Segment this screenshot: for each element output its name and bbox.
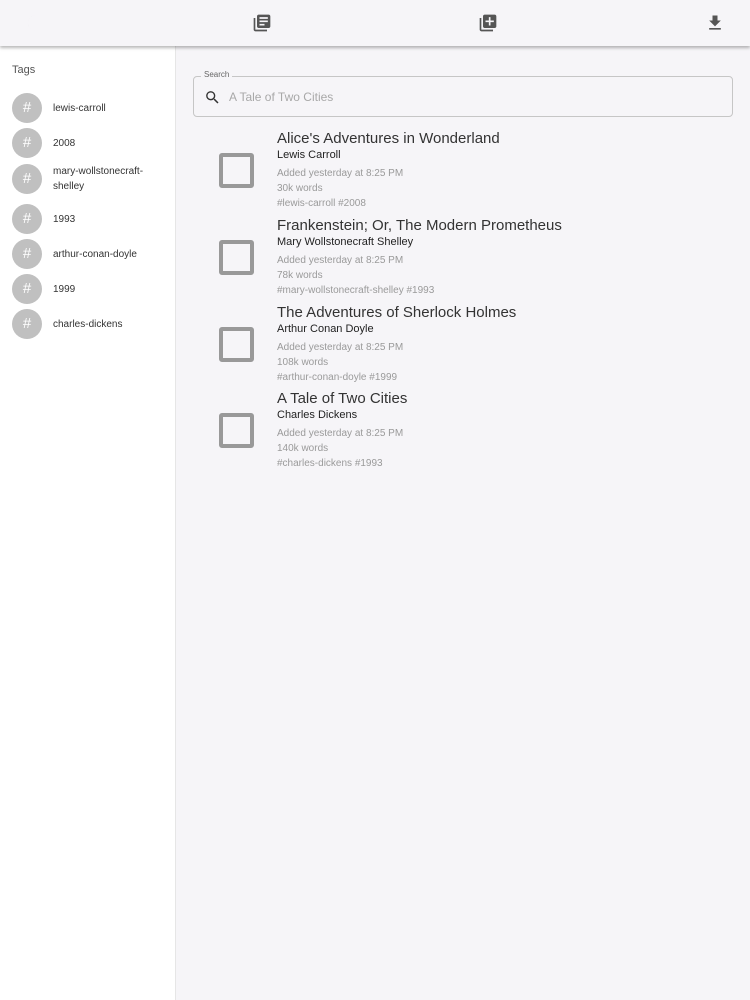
book-added-date: Added yesterday at 8:25 PM — [277, 255, 404, 266]
hash-icon: # — [12, 274, 42, 304]
tag-item-charles-dickens[interactable]: # charles-dickens — [0, 307, 175, 341]
book-added-date: Added yesterday at 8:25 PM — [277, 428, 404, 439]
book-checkbox[interactable] — [219, 240, 254, 275]
book-item-frankenstein[interactable]: Frankenstein; Or, The Modern Prometheus … — [176, 217, 750, 303]
book-word-count: 108k words — [277, 357, 329, 368]
tag-label: arthur-conan-doyle — [53, 248, 137, 260]
hash-icon: # — [12, 239, 42, 269]
book-added-date: Added yesterday at 8:25 PM — [277, 342, 404, 353]
book-title: The Adventures of Sherlock Holmes — [277, 304, 517, 321]
tag-label: 2008 — [53, 137, 76, 149]
search-input[interactable] — [227, 86, 707, 108]
book-title: A Tale of Two Cities — [277, 390, 408, 407]
library-icon[interactable] — [250, 11, 274, 35]
download-icon[interactable] — [703, 11, 727, 35]
book-checkbox[interactable] — [219, 153, 254, 188]
hash-icon: # — [12, 204, 42, 234]
book-tags: #mary-wollstonecraft-shelley #1993 — [277, 285, 435, 296]
hash-icon: # — [12, 128, 42, 158]
dark-mode-icon[interactable] — [23, 11, 47, 35]
hash-icon: # — [12, 309, 42, 339]
book-item-alice[interactable]: Alice's Adventures in Wonderland Lewis C… — [176, 130, 750, 216]
tag-item-2008[interactable]: # 2008 — [0, 126, 175, 160]
hash-icon: # — [12, 93, 42, 123]
tag-label: 1999 — [53, 283, 76, 295]
book-tags: #charles-dickens #1993 — [277, 458, 383, 469]
tag-label: charles-dickens — [53, 318, 123, 330]
main-content: Search Alice's Adventures in Wonderland … — [176, 46, 750, 1000]
add-library-icon[interactable] — [476, 11, 500, 35]
book-tags: #arthur-conan-doyle #1999 — [277, 372, 398, 383]
tag-item-lewis-carroll[interactable]: # lewis-carroll — [0, 91, 175, 125]
book-added-date: Added yesterday at 8:25 PM — [277, 168, 404, 179]
search-label: Search — [201, 70, 233, 79]
tag-label: 1993 — [53, 213, 76, 225]
book-item-sherlock-holmes[interactable]: The Adventures of Sherlock Holmes Arthur… — [176, 304, 750, 390]
book-author: Mary Wollstonecraft Shelley — [277, 236, 414, 248]
tag-item-mary-wollstonecraft-shelley[interactable]: # mary-wollstonecraft-shelley — [0, 162, 175, 196]
book-author: Lewis Carroll — [277, 149, 341, 161]
book-word-count: 78k words — [277, 270, 323, 281]
book-checkbox[interactable] — [219, 327, 254, 362]
book-checkbox[interactable] — [219, 413, 254, 448]
search-field[interactable]: Search — [193, 70, 733, 117]
tags-sidebar: Tags # lewis-carroll # 2008 # mary-wolls… — [0, 46, 176, 1000]
hash-icon: # — [12, 164, 42, 194]
tag-label: lewis-carroll — [53, 102, 106, 114]
book-tags: #lewis-carroll #2008 — [277, 198, 366, 209]
book-word-count: 30k words — [277, 183, 323, 194]
tag-label: mary-wollstonecraft-shelley — [53, 166, 144, 192]
tag-item-1999[interactable]: # 1999 — [0, 272, 175, 306]
sidebar-title: Tags — [12, 64, 36, 76]
book-author: Arthur Conan Doyle — [277, 323, 374, 335]
book-title: Alice's Adventures in Wonderland — [277, 130, 500, 147]
tag-item-arthur-conan-doyle[interactable]: # arthur-conan-doyle — [0, 237, 175, 271]
book-author: Charles Dickens — [277, 409, 358, 421]
tag-item-1993[interactable]: # 1993 — [0, 202, 175, 236]
top-app-bar — [0, 0, 750, 46]
book-title: Frankenstein; Or, The Modern Prometheus — [277, 217, 562, 234]
book-item-tale-of-two-cities[interactable]: A Tale of Two Cities Charles Dickens Add… — [176, 390, 750, 476]
book-word-count: 140k words — [277, 443, 329, 454]
search-icon — [206, 91, 219, 104]
